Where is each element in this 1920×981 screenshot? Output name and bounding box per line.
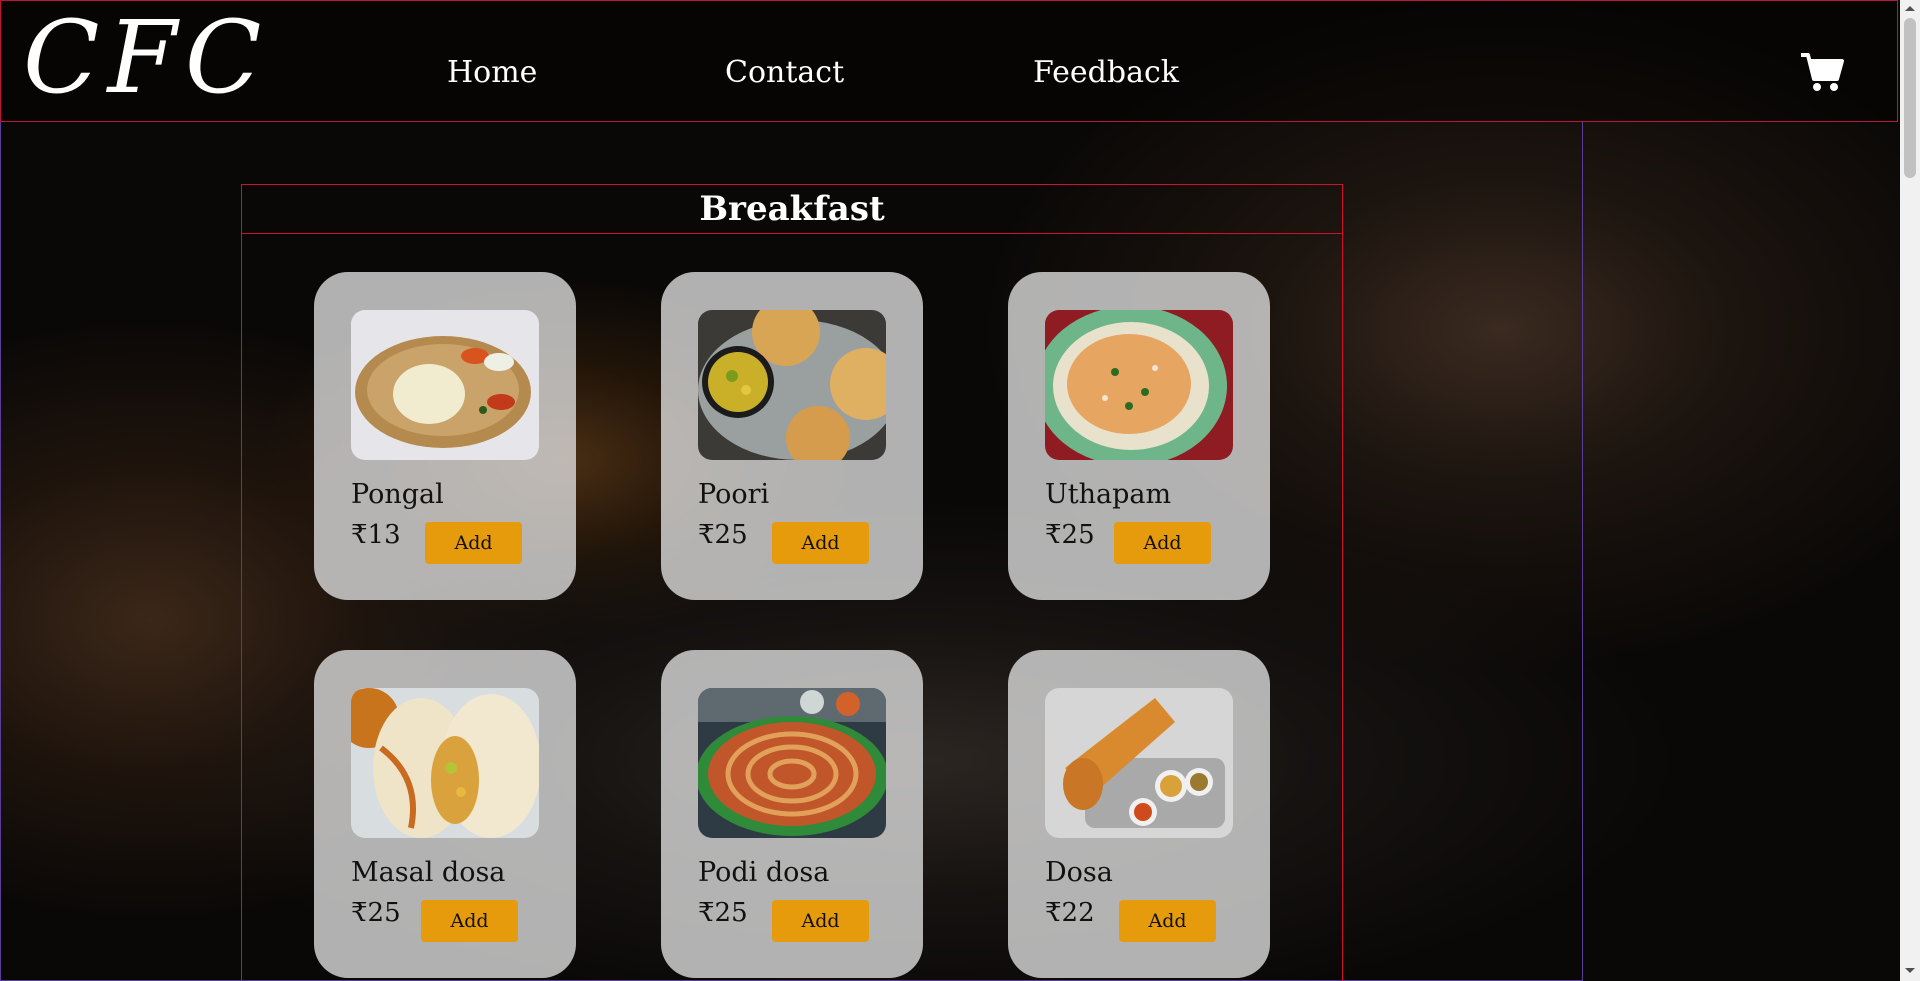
logo[interactable]: CFC: [23, 3, 269, 113]
podi-dosa-image: [698, 688, 886, 838]
vertical-scrollbar[interactable]: [1900, 0, 1920, 981]
item-name: Pongal: [351, 479, 444, 510]
item-name: Masal dosa: [351, 857, 506, 888]
add-button-dosa[interactable]: Add: [1119, 900, 1216, 942]
item-price: ₹25: [698, 520, 748, 550]
masal-dosa-image: [351, 688, 539, 838]
dosa-image: [1045, 688, 1233, 838]
item-price: ₹25: [698, 898, 748, 928]
pongal-image: [351, 310, 539, 460]
navbar: CFC Home Contact Feedback: [0, 0, 1898, 122]
section-header: Breakfast: [242, 185, 1342, 234]
uthapam-image: [1045, 310, 1233, 460]
nav-home[interactable]: Home: [447, 53, 537, 93]
menu-card-poori: Poori ₹25 Add: [661, 272, 923, 600]
item-name: Uthapam: [1045, 479, 1172, 510]
item-price: ₹25: [351, 898, 401, 928]
shopping-cart-icon[interactable]: [1799, 51, 1845, 93]
add-button-podi-dosa[interactable]: Add: [772, 900, 869, 942]
section-title: Breakfast: [699, 189, 885, 229]
scroll-thumb[interactable]: [1904, 18, 1916, 178]
menu-card-pongal: Pongal ₹13 Add: [314, 272, 576, 600]
item-name: Poori: [698, 479, 770, 510]
item-price: ₹25: [1045, 520, 1095, 550]
add-button-uthapam[interactable]: Add: [1114, 522, 1211, 564]
add-button-poori[interactable]: Add: [772, 522, 869, 564]
menu-card-podi-dosa: Podi dosa ₹25 Add: [661, 650, 923, 978]
item-price: ₹22: [1045, 898, 1095, 928]
item-name: Podi dosa: [698, 857, 830, 888]
menu-card-masal-dosa: Masal dosa ₹25 Add: [314, 650, 576, 978]
menu-card-uthapam: Uthapam ₹25 Add: [1008, 272, 1270, 600]
item-price: ₹13: [351, 520, 401, 550]
nav-contact[interactable]: Contact: [725, 53, 844, 93]
menu-card-dosa: Dosa ₹22 Add: [1008, 650, 1270, 978]
add-button-pongal[interactable]: Add: [425, 522, 522, 564]
item-name: Dosa: [1045, 857, 1113, 888]
scroll-down-icon[interactable]: [1905, 968, 1915, 973]
nav-feedback[interactable]: Feedback: [1033, 53, 1179, 93]
add-button-masal-dosa[interactable]: Add: [421, 900, 518, 942]
poori-image: [698, 310, 886, 460]
scroll-up-icon[interactable]: [1905, 6, 1915, 11]
